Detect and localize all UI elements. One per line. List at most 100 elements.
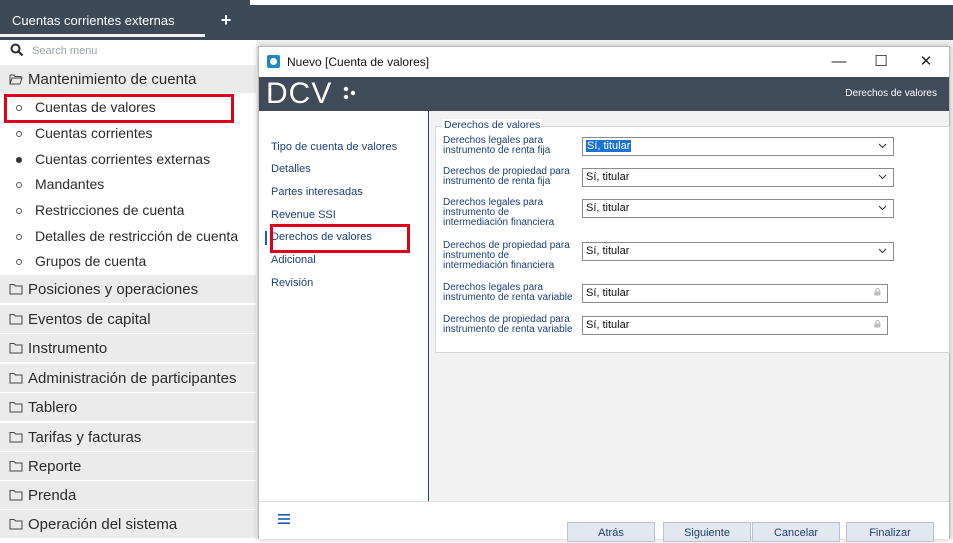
groupbox-legend: Derechos de valores bbox=[442, 119, 543, 131]
bullet-icon bbox=[16, 105, 22, 111]
field-label-propiedad-renta-variable: Derechos de propiedad para instrumento d… bbox=[443, 315, 583, 335]
item-label: Cuentas corrientes externas bbox=[35, 151, 211, 167]
field-label-propiedad-renta-fija: Derechos de propiedad para instrumento d… bbox=[443, 167, 583, 187]
dialog-header: DCV Derechos de valores bbox=[259, 77, 949, 111]
search-bar bbox=[0, 40, 256, 62]
lock-icon bbox=[874, 320, 881, 328]
new-securities-account-dialog: Nuevo [Cuenta de valores] — ☐ ✕ DCV Dere… bbox=[258, 46, 950, 542]
back-button[interactable]: Atrás bbox=[567, 522, 655, 542]
label-line: instrumento de renta variable bbox=[443, 292, 573, 303]
sidebar-item-cuentas-corrientes-externas[interactable]: Cuentas corrientes externas bbox=[0, 147, 256, 172]
readonly-propiedad-renta-variable: Sí, titular bbox=[582, 316, 888, 335]
minimize-button[interactable]: — bbox=[819, 47, 859, 77]
folder-icon bbox=[9, 314, 23, 325]
hamburger-icon[interactable] bbox=[278, 514, 290, 524]
sidebar-group-tarifas-y-facturas[interactable]: Tarifas y facturas bbox=[0, 423, 256, 452]
lock-icon bbox=[874, 288, 881, 296]
field-value: Sí, titular bbox=[586, 287, 630, 299]
select-value: Sí, titular bbox=[586, 202, 630, 214]
sidebar-item-cuentas-corrientes[interactable]: Cuentas corrientes bbox=[0, 121, 256, 146]
label-line: instrumento de renta fija bbox=[443, 145, 551, 156]
derechos-groupbox: Derechos de valores Derechos legales par… bbox=[435, 119, 950, 353]
select-propiedad-renta-fija[interactable]: Sí, titular bbox=[582, 168, 894, 187]
group-label: Mantenimiento de cuenta bbox=[28, 71, 197, 88]
folder-icon bbox=[9, 343, 23, 354]
tab-label: Cuentas corrientes externas bbox=[12, 13, 175, 28]
sidebar-group-operacion-del-sistema[interactable]: Operación del sistema bbox=[0, 510, 256, 539]
sidebar-menu: Mantenimiento de cuenta Cuentas de valor… bbox=[0, 40, 256, 539]
step-revenue-ssi[interactable]: Revenue SSI bbox=[271, 209, 336, 221]
folder-icon bbox=[9, 461, 23, 472]
label-line: intermediación financiera bbox=[443, 217, 555, 228]
group-label: Operación del sistema bbox=[28, 516, 178, 533]
group-label: Administración de participantes bbox=[28, 370, 237, 387]
next-button[interactable]: Siguiente bbox=[663, 522, 751, 542]
select-legales-renta-fija[interactable]: Sí, titular bbox=[582, 137, 894, 156]
group-label: Tablero bbox=[28, 399, 78, 416]
item-label: Grupos de cuenta bbox=[35, 253, 147, 269]
folder-icon bbox=[9, 402, 23, 413]
search-input[interactable] bbox=[30, 42, 230, 60]
field-label-propiedad-intermediacion: Derechos de propiedad para instrumento d… bbox=[443, 241, 583, 271]
label-line: instrumento de renta variable bbox=[443, 324, 573, 335]
folder-icon bbox=[9, 284, 23, 295]
sidebar-item-cuentas-de-valores[interactable]: Cuentas de valores bbox=[0, 95, 256, 120]
field-label-legales-renta-variable: Derechos legales para instrumento de ren… bbox=[443, 283, 583, 303]
bullet-icon bbox=[16, 131, 22, 137]
select-value: Sí, titular bbox=[586, 140, 632, 152]
field-value: Sí, titular bbox=[586, 319, 630, 331]
item-label: Restricciones de cuenta bbox=[35, 202, 185, 218]
active-tab-indicator bbox=[0, 34, 205, 37]
tab-cuentas-corrientes-externas[interactable]: Cuentas corrientes externas bbox=[0, 9, 250, 35]
select-legales-intermediacion[interactable]: Sí, titular bbox=[582, 199, 894, 218]
cancel-button[interactable]: Cancelar bbox=[752, 522, 840, 542]
top-white-strip bbox=[250, 0, 953, 5]
dcv-logo: DCV bbox=[266, 77, 333, 110]
sidebar-group-tablero[interactable]: Tablero bbox=[0, 393, 256, 422]
sidebar-item-grupos-de-cuenta[interactable]: Grupos de cuenta bbox=[0, 249, 256, 274]
folder-icon bbox=[9, 519, 23, 530]
group-label: Instrumento bbox=[28, 340, 108, 357]
field-label-legales-renta-fija: Derechos legales para instrumento de ren… bbox=[443, 136, 583, 156]
maximize-button[interactable]: ☐ bbox=[861, 47, 901, 77]
step-adicional[interactable]: Adicional bbox=[271, 254, 316, 266]
group-label: Tarifas y facturas bbox=[28, 429, 142, 446]
sidebar-group-administracion-de-participantes[interactable]: Administración de participantes bbox=[0, 364, 256, 393]
sidebar-item-detalles-de-restriccion[interactable]: Detalles de restricción de cuenta bbox=[0, 224, 256, 249]
step-tipo-de-cuenta[interactable]: Tipo de cuenta de valores bbox=[271, 141, 397, 153]
folder-icon bbox=[9, 490, 23, 501]
folder-icon bbox=[9, 373, 23, 384]
close-button[interactable]: ✕ bbox=[906, 47, 946, 77]
step-revision[interactable]: Revisión bbox=[271, 277, 313, 289]
step-partes-interesadas[interactable]: Partes interesadas bbox=[271, 186, 363, 198]
sidebar-group-eventos-de-capital[interactable]: Eventos de capital bbox=[0, 305, 256, 334]
sidebar-item-restricciones-de-cuenta[interactable]: Restricciones de cuenta bbox=[0, 198, 256, 223]
sidebar-group-instrumento[interactable]: Instrumento bbox=[0, 334, 256, 363]
step-detalles[interactable]: Detalles bbox=[271, 163, 311, 175]
bullet-icon bbox=[16, 234, 22, 240]
label-line: intermediación financiera bbox=[443, 260, 555, 271]
select-value: Sí, titular bbox=[586, 245, 630, 257]
chevron-down-icon bbox=[878, 205, 887, 211]
search-icon bbox=[10, 43, 24, 57]
group-label: Reporte bbox=[28, 458, 82, 475]
group-label: Prenda bbox=[28, 487, 77, 504]
sidebar-group-prenda[interactable]: Prenda bbox=[0, 481, 256, 510]
select-propiedad-intermediacion[interactable]: Sí, titular bbox=[582, 242, 894, 261]
item-label: Cuentas corrientes bbox=[35, 125, 153, 141]
folder-open-icon bbox=[9, 74, 23, 85]
plus-icon[interactable]: + bbox=[218, 11, 234, 29]
item-label: Mandantes bbox=[35, 176, 105, 192]
bullet-filled-icon bbox=[16, 157, 22, 163]
sidebar-item-mandantes[interactable]: Mandantes bbox=[0, 172, 256, 197]
wizard-steps: Tipo de cuenta de valores Detalles Parte… bbox=[259, 111, 429, 501]
label-line: instrumento de renta fija bbox=[443, 176, 551, 187]
sidebar-group-posiciones[interactable]: Posiciones y operaciones bbox=[0, 275, 256, 304]
sidebar-group-reporte[interactable]: Reporte bbox=[0, 452, 256, 481]
header-section-title: Derechos de valores bbox=[845, 88, 937, 99]
sidebar-group-mantenimiento-de-cuenta[interactable]: Mantenimiento de cuenta bbox=[0, 65, 256, 94]
step-derechos-de-valores[interactable]: Derechos de valores bbox=[265, 231, 372, 245]
dialog-title: Nuevo [Cuenta de valores] bbox=[287, 55, 430, 69]
finish-button[interactable]: Finalizar bbox=[846, 522, 934, 542]
select-value: Sí, titular bbox=[586, 171, 630, 183]
